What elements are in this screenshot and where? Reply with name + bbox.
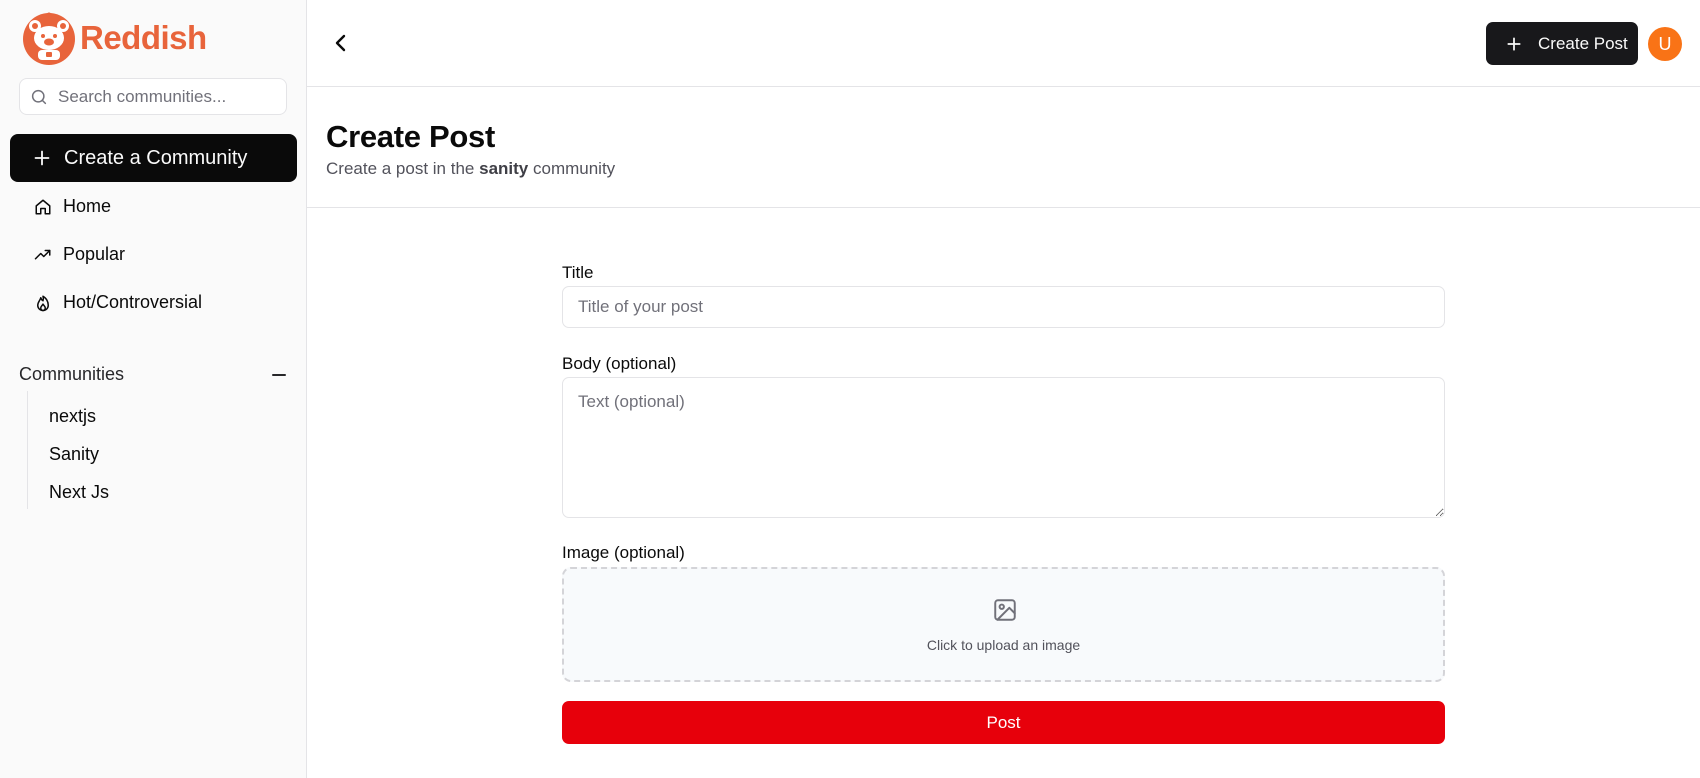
search-input[interactable] <box>58 86 268 107</box>
body-label: Body (optional) <box>562 354 677 373</box>
image-upload-dropzone[interactable]: Click to upload an image <box>562 567 1445 682</box>
nav-item-hot[interactable]: Hot/Controversial <box>34 292 202 313</box>
upload-hint: Click to upload an image <box>926 637 1081 653</box>
nav-popular-label: Popular <box>63 244 126 264</box>
create-community-label: Create a Community <box>64 146 248 169</box>
community-name: sanity <box>479 159 529 178</box>
sidebar: Reddish Create a Community Home Popular … <box>0 0 307 778</box>
subtitle-prefix: Create a post in the <box>326 159 475 178</box>
title-label: Title <box>562 263 594 282</box>
user-avatar[interactable]: U <box>1648 27 1682 61</box>
create-post-label: Create Post <box>1538 33 1628 53</box>
page-title: Create Post <box>326 119 495 154</box>
title-input[interactable] <box>562 286 1445 328</box>
create-post-button[interactable]: Create Post <box>1486 22 1638 65</box>
search-communities[interactable] <box>19 78 287 115</box>
brand-name: Reddish <box>80 19 207 56</box>
page-subtitle: Create a post in the sanity community <box>326 159 615 179</box>
communities-heading: Communities <box>19 364 125 384</box>
plus-icon <box>1507 36 1521 51</box>
plus-icon <box>34 150 50 166</box>
communities-section-header: Communities <box>19 364 287 385</box>
post-submit-button[interactable]: Post <box>562 701 1445 744</box>
image-icon <box>992 597 1018 623</box>
body-textarea[interactable] <box>562 377 1445 518</box>
image-label: Image (optional) <box>562 543 685 562</box>
search-icon <box>30 88 48 106</box>
chevron-left-icon[interactable] <box>331 31 351 55</box>
nav-hot-label: Hot/Controversial <box>63 292 203 312</box>
community-list: nextjs Sanity Next Js <box>27 391 277 509</box>
community-item-nextjs[interactable]: nextjs <box>49 406 96 427</box>
subtitle-suffix: community <box>532 159 616 178</box>
community-item-next-js[interactable]: Next Js <box>49 482 109 503</box>
home-icon <box>34 198 52 216</box>
create-community-button[interactable]: Create a Community <box>10 134 297 182</box>
nav-item-popular[interactable]: Popular <box>34 244 125 265</box>
bear-logo-icon <box>23 12 75 65</box>
top-bar: Create Post U <box>307 0 1700 87</box>
community-item-sanity[interactable]: Sanity <box>49 444 99 465</box>
collapse-minus-icon[interactable] <box>271 367 287 383</box>
flame-icon <box>34 294 52 312</box>
nav-item-home[interactable]: Home <box>34 196 111 217</box>
page-header: Create Post Create a post in the sanity … <box>307 87 1700 208</box>
reddish-logo[interactable]: Reddish <box>22 11 207 65</box>
nav-home-label: Home <box>63 196 112 216</box>
trending-up-icon <box>34 246 52 264</box>
